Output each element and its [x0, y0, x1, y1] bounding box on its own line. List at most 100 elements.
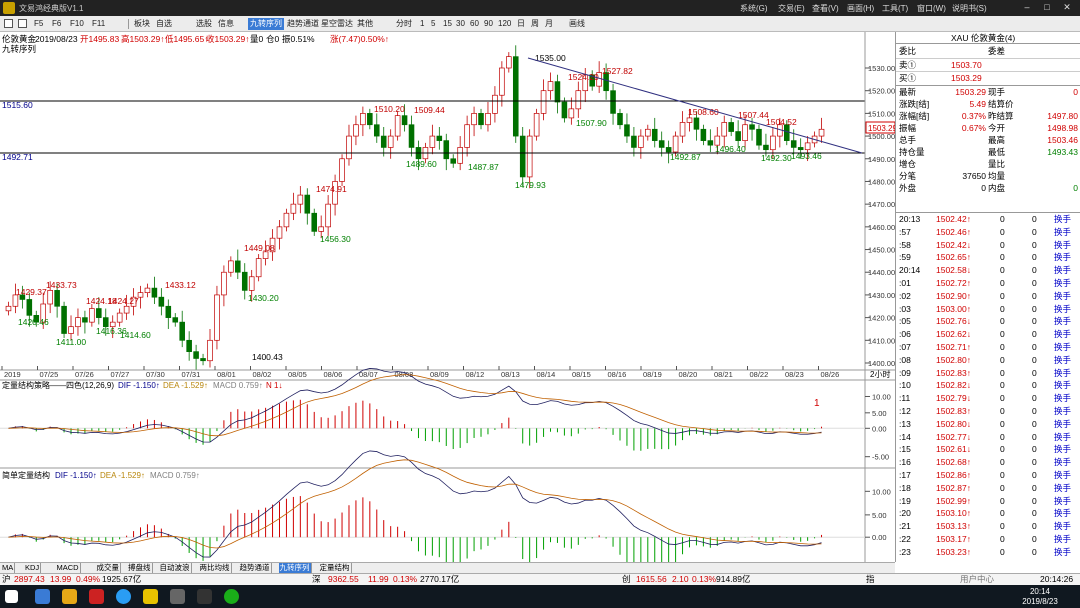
period-15[interactable]: 15 [443, 18, 452, 30]
minimize-icon[interactable]: – [1020, 2, 1034, 14]
resistance-label: 1515.60 [2, 100, 33, 110]
tick-row[interactable]: :13 1502.80↓ 0 0 换手 [896, 418, 1080, 430]
x-tick-label: 08/15 [572, 370, 591, 379]
tick-row[interactable]: :08 1502.80↑ 0 0 换手 [896, 354, 1080, 366]
browser-icon[interactable] [116, 589, 131, 604]
toolbar-td-sequential[interactable]: 九转序列 [248, 18, 284, 30]
user-center-link[interactable]: 用户中心 [960, 574, 994, 585]
toolbar-info[interactable]: 信息 [218, 18, 234, 30]
bid-row[interactable]: 买① 1503.29 [896, 71, 1080, 83]
indicator-tab[interactable]: 自动波浪 [159, 563, 192, 573]
menu-trade[interactable]: 交易(E) [778, 3, 805, 14]
close-icon[interactable]: ✕ [1060, 2, 1074, 14]
indicator-tab[interactable]: 九转序列 [278, 563, 312, 573]
indicator-tab[interactable]: 定量结构 [319, 563, 352, 573]
period-1[interactable]: 1 [420, 18, 424, 30]
menu-view[interactable]: 查看(V) [812, 3, 839, 14]
period-day[interactable]: 日 [517, 18, 525, 30]
toolbar-trend-channel[interactable]: 趋势通道 [287, 18, 319, 30]
file-explorer-icon[interactable] [62, 589, 77, 604]
menu-window[interactable]: 窗口(W) [917, 3, 946, 14]
price-annotation: 1400.43 [252, 352, 283, 362]
toolbar-radar[interactable]: 星空雷达 [321, 18, 353, 30]
app-gray-icon[interactable] [170, 589, 185, 604]
tick-row[interactable]: :19 1502.99↑ 0 0 换手 [896, 495, 1080, 507]
tick-row[interactable]: :59 1502.65↑ 0 0 换手 [896, 251, 1080, 263]
tick-row[interactable]: :07 1502.71↑ 0 0 换手 [896, 341, 1080, 353]
price-annotation: 1449.08 [244, 243, 275, 253]
toolbar-f6[interactable]: F6 [52, 18, 61, 30]
tick-row[interactable]: :18 1502.87↑ 0 0 换手 [896, 482, 1080, 494]
tick-row[interactable]: :05 1502.76↓ 0 0 换手 [896, 315, 1080, 327]
back-icon[interactable] [4, 19, 13, 28]
x-tick-label: 08/14 [537, 370, 556, 379]
ask-row[interactable]: 卖① 1503.70 [896, 58, 1080, 70]
tick-row[interactable]: :11 1502.79↓ 0 0 换手 [896, 392, 1080, 404]
cy-index[interactable]: 1615.56 [636, 574, 667, 585]
candle-body [123, 305, 130, 314]
toolbar-f10[interactable]: F10 [70, 18, 84, 30]
menu-help[interactable]: 说明书(S) [952, 3, 987, 14]
period-5[interactable]: 5 [431, 18, 435, 30]
tick-row[interactable]: :58 1502.42↓ 0 0 换手 [896, 239, 1080, 251]
tick-row[interactable]: :14 1502.77↓ 0 0 换手 [896, 431, 1080, 443]
toolbar-f11[interactable]: F11 [92, 18, 105, 30]
toolbar-draw-line[interactable]: 画线 [569, 18, 585, 30]
tick-row[interactable]: :23 1503.23↑ 0 0 换手 [896, 546, 1080, 558]
sz-index[interactable]: 9362.55 [328, 574, 359, 585]
tick-row[interactable]: :22 1503.17↑ 0 0 换手 [896, 533, 1080, 545]
toolbar-watchlist[interactable]: 自选 [156, 18, 172, 30]
windows-start-icon[interactable] [5, 590, 18, 603]
tick-row[interactable]: :16 1502.68↑ 0 0 换手 [896, 456, 1080, 468]
indicator-tab[interactable]: 两比均线 [199, 563, 232, 573]
wechat-icon[interactable] [224, 589, 239, 604]
period-60[interactable]: 60 [470, 18, 479, 30]
period-30[interactable]: 30 [456, 18, 465, 30]
toolbar-stock-pick[interactable]: 选股 [196, 18, 212, 30]
tick-row[interactable]: 20:13 1502.42↑ 0 0 换手 [896, 213, 1080, 225]
tick-row[interactable]: 20:14 1502.58↓ 0 0 换手 [896, 264, 1080, 276]
tick-row[interactable]: :57 1502.46↑ 0 0 换手 [896, 226, 1080, 238]
indicator-tab[interactable]: MA [1, 563, 16, 573]
app-red-icon[interactable] [89, 589, 104, 604]
indicator-tab[interactable]: 成交量 [96, 563, 121, 573]
menu-tools[interactable]: 工具(T) [882, 3, 908, 14]
price-chart[interactable]: 伦敦黄金 2019/08/23 开1495.83 高1503.29↑ 低1495… [0, 32, 895, 562]
trading-app-icon[interactable] [143, 589, 158, 604]
indicator-tab[interactable]: KDJ [24, 563, 42, 573]
period-90[interactable]: 90 [484, 18, 493, 30]
task-view-icon[interactable] [35, 589, 50, 604]
sh-index[interactable]: 2897.43 [14, 574, 45, 585]
toolbar-intraday[interactable]: 分时 [396, 18, 412, 30]
period-120[interactable]: 120 [498, 18, 511, 30]
toolbar-f5[interactable]: F5 [34, 18, 43, 30]
tick-row[interactable]: :21 1503.13↑ 0 0 换手 [896, 520, 1080, 532]
period-week[interactable]: 周 [531, 18, 539, 30]
tick-row[interactable]: :02 1502.90↑ 0 0 换手 [896, 290, 1080, 302]
maximize-icon[interactable]: □ [1040, 2, 1054, 14]
tick-row[interactable]: :17 1502.86↑ 0 0 换手 [896, 469, 1080, 481]
tick-list[interactable]: 20:13 1502.42↑ 0 0 换手:57 1502.46↑ 0 0 换手:58 1502.… [896, 212, 1080, 557]
indicator-tab[interactable]: 搏盘线 [127, 563, 153, 573]
tick-row[interactable]: :06 1502.62↓ 0 0 换手 [896, 328, 1080, 340]
toolbar-other[interactable]: 其他 [357, 18, 373, 30]
forward-icon[interactable] [18, 19, 27, 28]
tick-row[interactable]: :12 1502.83↑ 0 0 换手 [896, 405, 1080, 417]
tick-row[interactable]: :15 1502.61↓ 0 0 换手 [896, 443, 1080, 455]
chart-area[interactable]: 伦敦黄金 2019/08/23 开1495.83 高1503.29↑ 低1495… [0, 32, 895, 562]
tick-row[interactable]: :09 1502.83↑ 0 0 换手 [896, 367, 1080, 379]
menu-system[interactable]: 系统(G) [740, 3, 768, 14]
toolbar-sectors[interactable]: 板块 [134, 18, 150, 30]
period-month[interactable]: 月 [545, 18, 553, 30]
y-tick-label: 1450.00 [868, 246, 895, 255]
tick-row[interactable]: :10 1502.82↓ 0 0 换手 [896, 379, 1080, 391]
indicator-tab[interactable]: MACD [56, 563, 81, 573]
quote-stat-row: 分笔 37650 均量 [899, 171, 1006, 181]
indicator-tab[interactable]: 趋势通道 [239, 563, 272, 573]
app-dark-icon[interactable] [197, 589, 212, 604]
tick-row[interactable]: :20 1503.10↑ 0 0 换手 [896, 507, 1080, 519]
index-tab[interactable]: 指 [866, 574, 875, 585]
menu-screen[interactable]: 画面(H) [847, 3, 874, 14]
tick-row[interactable]: :01 1502.72↑ 0 0 换手 [896, 277, 1080, 289]
tick-row[interactable]: :03 1503.00↑ 0 0 换手 [896, 303, 1080, 315]
